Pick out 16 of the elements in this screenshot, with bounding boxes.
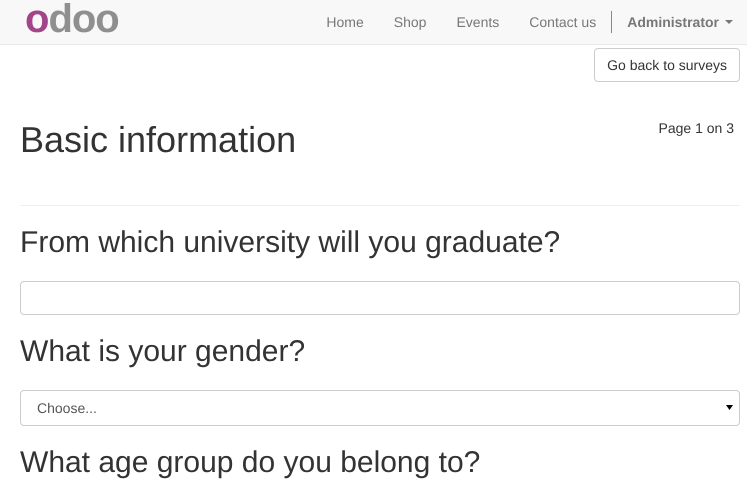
question-title: From which university will you graduate? [20,226,562,259]
back-button[interactable]: Go back to surveys [594,48,740,82]
nav-link[interactable]: Events [441,14,514,30]
gender-select[interactable]: Choose... [20,390,740,426]
logo[interactable]: odoo [25,0,119,39]
page-counter: Page 1 on 3 [658,120,734,136]
nav-link[interactable]: Contact us [514,14,612,30]
user-menu[interactable]: Administrator [612,14,739,30]
question-title: What is your gender? [20,334,306,368]
answer-field[interactable] [20,280,740,315]
question-title: What age group do you belong to? [20,446,482,479]
caret-icon [725,20,733,24]
page-title: Basic information [20,120,296,160]
nav-link[interactable]: Home [311,14,379,30]
nav-link[interactable]: Shop [378,14,442,30]
caret-icon [726,405,733,410]
